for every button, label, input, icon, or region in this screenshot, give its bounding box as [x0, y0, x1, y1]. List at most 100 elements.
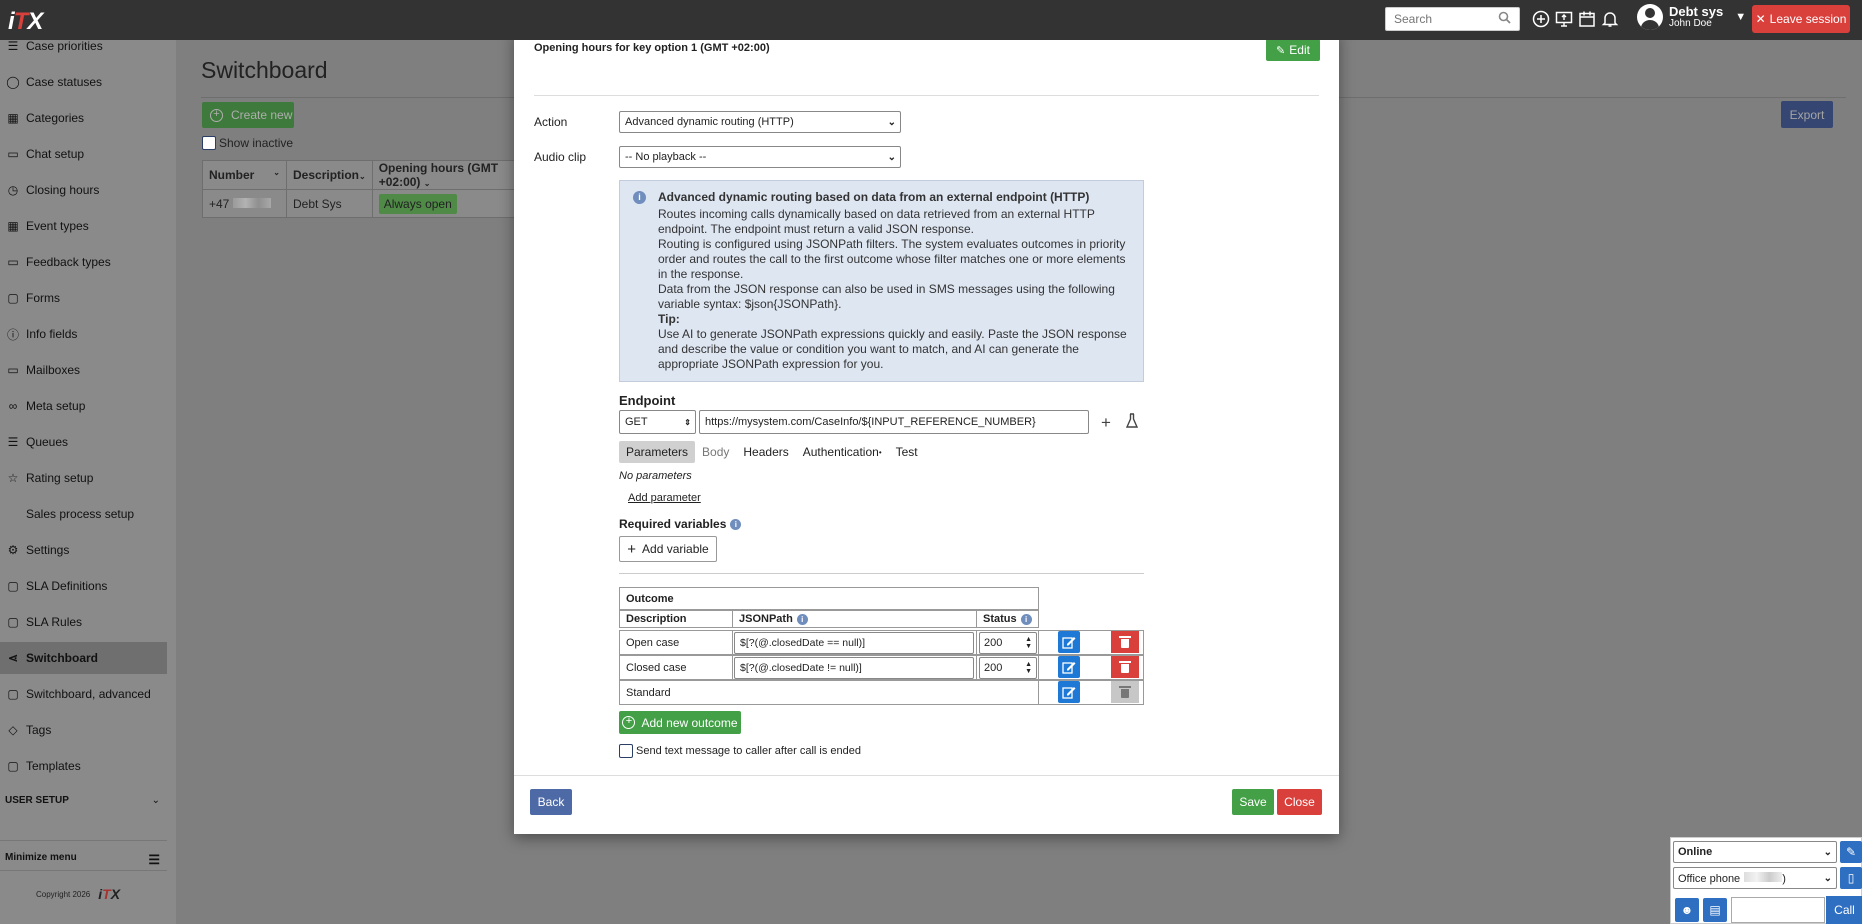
call-button[interactable]: Call	[1826, 896, 1862, 924]
section-divider	[619, 573, 1144, 574]
itx-mini-logo: iTX	[98, 886, 121, 902]
plus-icon[interactable]: +	[1101, 413, 1111, 433]
jsonpath-input[interactable]: $[?(@.closedDate == null)]	[734, 632, 974, 654]
sidebar-item-switchboard-advanced[interactable]: ▢ Switchboard, advanced	[0, 678, 167, 710]
add-circle-icon[interactable]	[1531, 9, 1551, 29]
audio-clip-select[interactable]: -- No playback -- ⌄	[619, 146, 901, 168]
col-jsonpath: JSONPath i	[732, 610, 977, 628]
footer-divider	[514, 775, 1339, 776]
sidebar-item-meta-setup[interactable]: ∞ Meta setup	[0, 390, 167, 422]
sidebar-item-sla-rules[interactable]: ▢ SLA Rules	[0, 606, 167, 638]
sidebar-item-label: Case statuses	[26, 75, 103, 89]
info-icon[interactable]: i	[730, 518, 742, 530]
chat-icon: ▭	[7, 147, 19, 161]
info-icon[interactable]: i	[796, 613, 808, 625]
sidebar-item-event-types[interactable]: ▦ Event types	[0, 210, 167, 242]
tab-test[interactable]: Test	[889, 441, 925, 463]
sidebar-item-sla-definitions[interactable]: ▢ SLA Definitions	[0, 570, 167, 602]
required-variables-label: Required variables i	[619, 517, 742, 531]
send-sms-toggle[interactable]: Send text message to caller after call i…	[619, 744, 861, 758]
cell-hours: Always open	[371, 189, 523, 218]
sidebar-item-templates[interactable]: ▢ Templates	[0, 750, 167, 782]
send-sms-checkbox[interactable]	[619, 744, 633, 758]
status-stepper[interactable]: 200 ▲ ▼	[979, 632, 1037, 654]
user-name: Debt sys	[1669, 4, 1724, 19]
minimize-menu-button[interactable]: Minimize menu ☰	[5, 852, 160, 868]
tab-headers[interactable]: Headers	[736, 441, 795, 463]
contact-book-icon[interactable]: ▤	[1703, 898, 1727, 922]
add-new-outcome-button[interactable]: + Add new outcome	[619, 711, 741, 734]
sidebar-item-info-fields[interactable]: ⓘ Info fields	[0, 318, 167, 350]
plus-circle-icon: +	[210, 108, 223, 122]
tab-parameters[interactable]: Parameters	[619, 441, 696, 463]
sidebar-item-label: Feedback types	[26, 255, 111, 269]
search-box[interactable]	[1385, 7, 1520, 31]
col-number[interactable]: Number ⌄	[202, 160, 287, 190]
endpoint-url-input[interactable]: https://mysystem.com/CaseInfo/${INPUT_RE…	[699, 410, 1089, 434]
status-stepper[interactable]: 200 ▲ ▼	[979, 657, 1037, 679]
sidebar-item-case-statuses[interactable]: ◯ Case statuses	[0, 66, 167, 98]
sidebar-item-rating-setup[interactable]: ☆ Rating setup	[0, 462, 167, 494]
delete-outcome-icon[interactable]	[1111, 656, 1139, 678]
tab-body[interactable]: Body	[695, 441, 736, 463]
chevron-down-icon[interactable]: ▼	[1735, 11, 1746, 23]
compose-icon[interactable]: ✎	[1840, 841, 1862, 863]
sidebar-item-mailboxes[interactable]: ▭ Mailboxes	[0, 354, 167, 386]
flask-icon[interactable]	[1125, 413, 1139, 432]
sidebar-item-categories[interactable]: ▦ Categories	[0, 102, 167, 134]
sidebar-item-feedback-types[interactable]: ▭ Feedback types	[0, 246, 167, 278]
itx-logo[interactable]: iTX	[8, 8, 43, 36]
sidebar-item-sales-process-setup[interactable]: Sales process setup	[0, 498, 167, 530]
sidebar-item-switchboard[interactable]: ⋖ Switchboard	[0, 642, 167, 674]
export-button[interactable]: Export	[1781, 101, 1833, 128]
edit-button[interactable]: ✎ Edit	[1266, 39, 1320, 61]
sidebar-item-label: Meta setup	[26, 399, 86, 413]
endpoint-label: Endpoint	[619, 393, 676, 408]
tab-authentication[interactable]: Authentication •	[796, 441, 889, 463]
edit-outcome-icon[interactable]	[1058, 656, 1080, 678]
calendar-icon[interactable]	[1577, 9, 1597, 29]
jsonpath-input[interactable]: $[?(@.closedDate != null)]	[734, 657, 974, 679]
table-row[interactable]: +47 Debt Sys Always open	[202, 189, 523, 218]
leave-session-button[interactable]: ✕ Leave session	[1752, 5, 1850, 33]
grid-icon: ▦	[7, 111, 19, 125]
screen-share-icon[interactable]	[1554, 9, 1574, 29]
edit-outcome-icon[interactable]	[1058, 631, 1080, 653]
save-button[interactable]: Save	[1232, 789, 1274, 815]
stepper-arrows-icon: ▲ ▼	[1025, 636, 1032, 650]
robot-icon[interactable]: ☻	[1675, 898, 1699, 922]
search-icon[interactable]	[1498, 11, 1511, 27]
sidebar-item-forms[interactable]: ▢ Forms	[0, 282, 167, 314]
col-opening-hours[interactable]: Opening hours (GMT +02:00) ⌄	[371, 160, 523, 190]
show-inactive-checkbox[interactable]	[202, 136, 216, 150]
sidebar-item-tags[interactable]: ◇ Tags	[0, 714, 167, 746]
show-inactive-toggle[interactable]: Show inactive	[202, 136, 293, 150]
close-button[interactable]: Close	[1277, 789, 1322, 815]
edit-outcome-icon[interactable]	[1058, 681, 1080, 703]
phone-select[interactable]: Office phone) ⌄	[1673, 867, 1837, 889]
search-input[interactable]	[1394, 12, 1484, 26]
call-number-input[interactable]	[1731, 897, 1825, 923]
mobile-icon[interactable]: ▯	[1840, 867, 1862, 889]
add-variable-button[interactable]: + Add variable	[619, 536, 717, 562]
endpoint-tabs: Parameters Body Headers Authentication • …	[619, 441, 925, 463]
delete-outcome-icon[interactable]	[1111, 631, 1139, 653]
sidebar-item-closing-hours[interactable]: ◷ Closing hours	[0, 174, 167, 206]
info-icon[interactable]: i	[1020, 613, 1032, 625]
switchboard-option-dialog: Opening hours for key option 1 (GMT +02:…	[514, 30, 1339, 834]
method-select[interactable]: GET ⇕	[619, 410, 696, 434]
add-parameter-link[interactable]: Add parameter	[628, 492, 701, 504]
gear-icon: ⚙	[7, 543, 19, 557]
col-description[interactable]: Description⌄	[286, 160, 373, 190]
header-divider	[534, 95, 1319, 96]
create-new-button[interactable]: + Create new	[202, 102, 294, 128]
bell-icon[interactable]	[1600, 9, 1620, 29]
sidebar-item-queues[interactable]: ☰ Queues	[0, 426, 167, 458]
user-menu[interactable]: Debt sys John Doe ▼	[1637, 4, 1746, 30]
status-select[interactable]: Online ⌄	[1673, 841, 1837, 863]
action-select[interactable]: Advanced dynamic routing (HTTP) ⌄	[619, 111, 901, 133]
sidebar-item-chat-setup[interactable]: ▭ Chat setup	[0, 138, 167, 170]
sidebar-section-user-setup[interactable]: USER SETUP ⌄	[5, 795, 160, 806]
back-button[interactable]: Back	[530, 789, 572, 815]
sidebar-item-settings[interactable]: ⚙ Settings	[0, 534, 167, 566]
